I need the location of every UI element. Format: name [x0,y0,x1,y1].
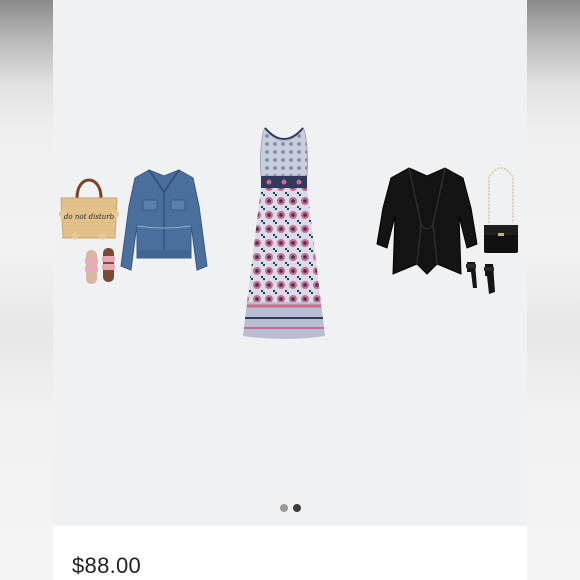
pink-slide-sandals-image [85,248,115,284]
denim-jacket-image [120,169,208,271]
listing-price: $88.00 [72,553,142,578]
black-heeled-sandals-image [466,262,495,294]
carousel-pagination [53,504,527,514]
page: do not disturb $88.00 [0,0,580,580]
tote-bag-lettering: do not disturb [64,213,115,221]
carousel-dot-1[interactable] [279,504,288,512]
printed-maxi-dress-image [243,127,325,339]
product-image-carousel[interactable]: do not disturb [53,0,527,526]
black-chain-bag-image [484,167,518,253]
listing-card: do not disturb $88.00 [53,0,527,580]
carousel-dot-2-active[interactable] [292,504,301,512]
straw-tote-bag-image: do not disturb [59,178,119,240]
